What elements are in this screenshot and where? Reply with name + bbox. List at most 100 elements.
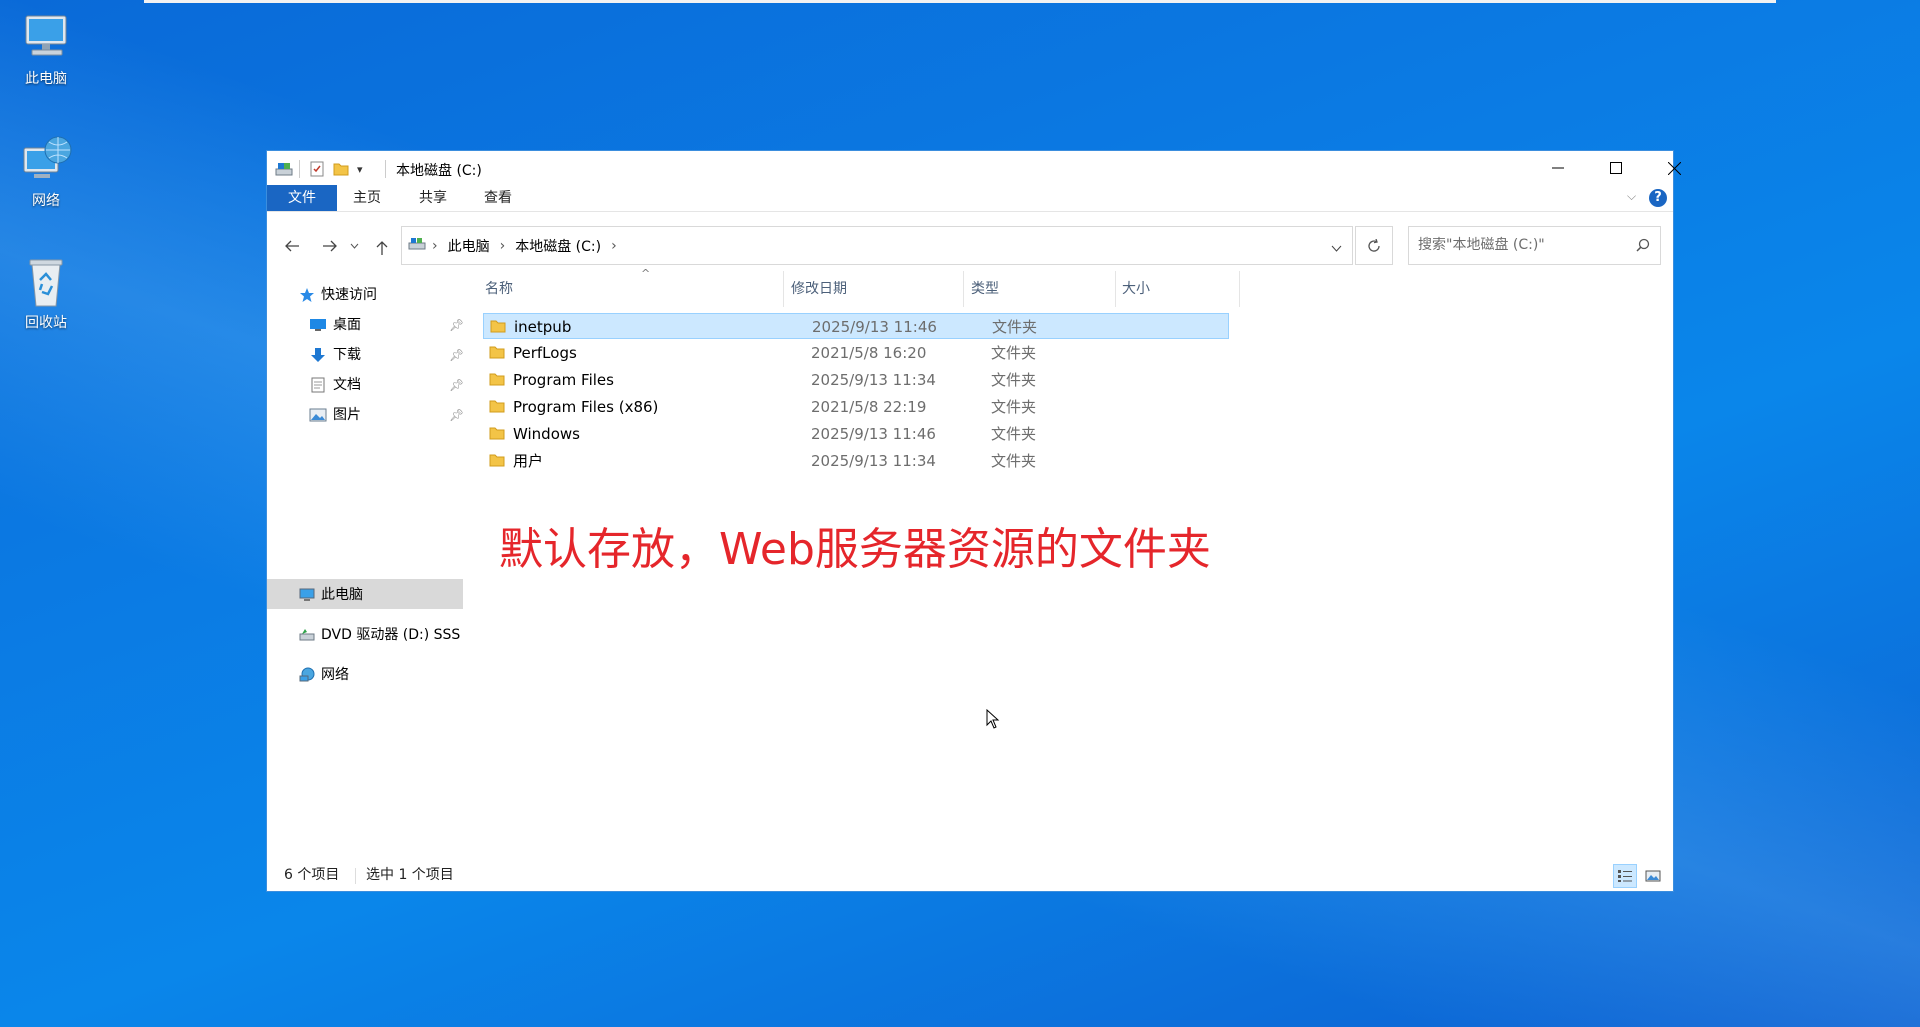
chevron-down-icon — [1331, 245, 1342, 252]
pin-icon[interactable]: 📌︎ — [449, 341, 463, 369]
column-header-date[interactable]: 修改日期 — [791, 271, 847, 307]
nav-item-downloads[interactable]: 下载 📌︎ — [309, 341, 463, 369]
column-header-name[interactable]: 名称 — [485, 271, 513, 307]
tab-home[interactable]: 主页 — [353, 185, 381, 211]
search-icon — [1636, 227, 1650, 264]
nav-dvd-drive[interactable]: DVD 驱动器 (D:) SSS — [299, 621, 460, 649]
nav-this-pc[interactable]: 此电脑 — [299, 581, 363, 609]
desktop-icon-label: 回收站 — [25, 315, 67, 331]
mouse-cursor-icon — [986, 708, 1000, 733]
tab-view[interactable]: 查看 — [484, 185, 512, 211]
download-arrow-icon — [311, 348, 325, 362]
chevron-down-icon — [350, 243, 358, 249]
back-button[interactable] — [281, 235, 303, 257]
large-icons-view-button[interactable] — [1641, 864, 1665, 888]
forward-arrow-icon — [323, 240, 337, 252]
customize-quick-access-icon[interactable]: ▾ — [357, 160, 363, 178]
new-folder-icon[interactable] — [333, 160, 349, 178]
file-type: 文件夹 — [991, 452, 1037, 470]
selected-count: 选中 1 个项目 — [366, 867, 454, 883]
maximize-button[interactable] — [1587, 151, 1645, 185]
column-header-size[interactable]: 大小 — [1122, 271, 1150, 307]
file-name: inetpub — [514, 318, 572, 336]
nav-network[interactable]: 网络 — [299, 661, 349, 689]
file-name: Windows — [513, 425, 580, 443]
expand-ribbon-icon[interactable]: ⌵ — [1627, 189, 1636, 204]
nav-label: DVD 驱动器 (D:) SSS — [321, 627, 461, 643]
close-icon — [1667, 161, 1681, 175]
title-bar[interactable]: ▾ 本地磁盘 (C:) — [267, 151, 1681, 185]
nav-label: 网络 — [321, 667, 349, 683]
status-bar: 6 个项目 选中 1 个项目 — [267, 859, 1673, 891]
column-separator[interactable] — [963, 271, 964, 307]
nav-item-documents[interactable]: 文档 📌︎ — [309, 371, 463, 399]
pin-icon[interactable]: 📌︎ — [449, 311, 463, 339]
pin-icon[interactable]: 📌︎ — [449, 401, 463, 429]
folder-icon — [489, 400, 505, 413]
details-view-button[interactable] — [1613, 864, 1637, 888]
network-icon — [18, 134, 74, 186]
file-row[interactable]: PerfLogs 2021/5/8 16:20 文件夹 — [483, 340, 1229, 366]
address-bar[interactable]: › 此电脑 › 本地磁盘 (C:) › — [401, 226, 1353, 265]
navigation-pane: 快速访问 桌面 📌︎ 下载 📌︎ 文档 📌︎ 图片 📌︎ 此电脑 DVD 驱动器… — [267, 279, 463, 859]
desktop-icon-label: 此电脑 — [25, 71, 67, 87]
breadcrumb-drive-c[interactable]: 本地磁盘 (C:) — [515, 236, 601, 256]
close-button[interactable] — [1645, 151, 1703, 185]
folder-icon — [489, 373, 505, 386]
breadcrumb-this-pc[interactable]: 此电脑 — [448, 236, 490, 256]
nav-quick-access[interactable]: 快速访问 — [299, 281, 377, 309]
file-row[interactable]: inetpub 2025/9/13 11:46 文件夹 — [483, 313, 1229, 339]
file-date: 2021/5/8 22:19 — [811, 398, 927, 416]
properties-icon[interactable] — [309, 160, 325, 178]
status-divider — [355, 868, 356, 884]
column-header-type[interactable]: 类型 — [971, 271, 999, 307]
nav-label: 图片 — [333, 407, 361, 423]
nav-item-desktop[interactable]: 桌面 📌︎ — [309, 311, 463, 339]
annotation-text: 默认存放，Web服务器资源的文件夹 — [499, 524, 1211, 575]
qa-divider — [299, 160, 300, 178]
recent-locations-button[interactable] — [347, 235, 361, 257]
file-row[interactable]: 用户 2025/9/13 11:34 文件夹 — [483, 448, 1229, 474]
help-icon[interactable]: ? — [1649, 189, 1667, 207]
computer-icon — [299, 588, 315, 601]
file-explorer-window: ▾ 本地磁盘 (C:) 文件 主页 共享 查看 ⌵ ? › 此电脑 › 本地磁盘… — [266, 150, 1681, 892]
column-separator[interactable] — [783, 271, 784, 307]
ribbon-tabs: 文件 主页 共享 查看 ⌵ ? — [267, 185, 1673, 212]
address-history-dropdown[interactable] — [1331, 240, 1342, 256]
nav-label: 此电脑 — [321, 587, 363, 603]
refresh-button[interactable] — [1355, 226, 1393, 265]
drive-icon — [275, 160, 293, 178]
nav-label: 文档 — [333, 377, 361, 393]
desktop-icon-recycle-bin[interactable]: 回收站 — [10, 256, 82, 332]
minimize-button[interactable] — [1529, 151, 1587, 185]
forward-button[interactable] — [319, 235, 341, 257]
qa-divider — [385, 160, 386, 178]
nav-label: 下载 — [333, 347, 361, 363]
details-view-icon — [1618, 870, 1632, 882]
file-row[interactable]: Program Files 2025/9/13 11:34 文件夹 — [483, 367, 1229, 393]
star-icon — [300, 288, 314, 302]
recycle-bin-icon — [18, 256, 74, 308]
search-placeholder: 搜索"本地磁盘 (C:)" — [1418, 237, 1545, 253]
search-input[interactable]: 搜索"本地磁盘 (C:)" — [1408, 226, 1661, 265]
pin-icon[interactable]: 📌︎ — [449, 371, 463, 399]
window-title: 本地磁盘 (C:) — [396, 163, 482, 179]
file-row[interactable]: Program Files (x86) 2021/5/8 22:19 文件夹 — [483, 394, 1229, 420]
nav-item-pictures[interactable]: 图片 📌︎ — [309, 401, 463, 429]
nav-label: 快速访问 — [321, 287, 377, 303]
file-type: 文件夹 — [991, 425, 1037, 443]
file-row[interactable]: Windows 2025/9/13 11:46 文件夹 — [483, 421, 1229, 447]
column-separator[interactable] — [1115, 271, 1116, 307]
pictures-icon — [309, 408, 327, 422]
tab-share[interactable]: 共享 — [419, 185, 447, 211]
file-name: PerfLogs — [513, 344, 577, 362]
sort-ascending-icon: ^ — [641, 267, 651, 280]
desktop-icon-network[interactable]: 网络 — [10, 134, 82, 210]
computer-icon — [18, 12, 74, 64]
column-separator[interactable] — [1239, 271, 1240, 307]
file-type: 文件夹 — [992, 318, 1038, 336]
desktop-icon-this-pc[interactable]: 此电脑 — [10, 12, 82, 88]
tab-file[interactable]: 文件 — [267, 185, 337, 211]
up-button[interactable] — [371, 237, 393, 259]
nav-selection-highlight — [267, 579, 463, 609]
